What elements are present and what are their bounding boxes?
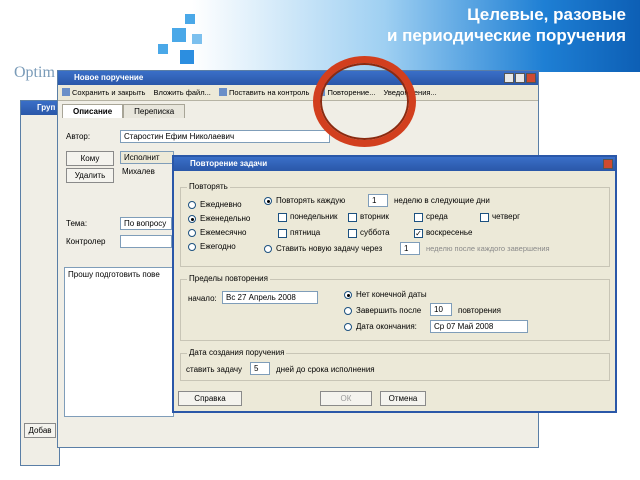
highlight-circle — [313, 56, 416, 147]
save-icon — [62, 88, 70, 96]
controller-field[interactable] — [120, 235, 172, 248]
decor-square — [192, 34, 202, 44]
end-date-label: Дата окончания: — [356, 322, 417, 331]
repeat-every-label: Повторять каждую — [276, 196, 346, 205]
tab-correspondence[interactable]: Переписка — [123, 104, 186, 118]
sunday-label: воскресенье — [426, 228, 473, 237]
weekly-radio[interactable] — [188, 215, 196, 223]
repeat-every-suffix: неделю в следующие дни — [394, 196, 490, 205]
creation-group: Дата создания поручения — [180, 348, 610, 381]
attach-file-button[interactable]: Вложить файл... — [154, 85, 211, 101]
executor-value: Михалев — [122, 167, 155, 176]
thursday-checkbox[interactable] — [480, 213, 489, 222]
new-task-titlebar: Новое поручение — [58, 71, 538, 85]
close-button[interactable] — [526, 73, 536, 83]
end-after-radio[interactable] — [344, 307, 352, 315]
groups-window: Груп — [20, 100, 60, 466]
dialog-title: Повторение задачи — [190, 159, 268, 168]
repeat-every-radio[interactable] — [264, 197, 272, 205]
end-date-picker[interactable]: Ср 07 Май 2008 — [430, 320, 528, 333]
save-close-button[interactable]: Сохранить и закрыть — [62, 85, 145, 101]
minimize-button[interactable] — [504, 73, 514, 83]
yearly-label: Ежегодно — [200, 242, 236, 251]
decor-square — [172, 28, 186, 42]
daily-radio[interactable] — [188, 201, 196, 209]
new-task-radio[interactable] — [264, 245, 272, 253]
ok-button[interactable]: ОК — [320, 391, 372, 406]
author-label: Автор: — [66, 132, 91, 141]
tuesday-checkbox[interactable] — [348, 213, 357, 222]
dialog-close-button[interactable] — [603, 159, 613, 169]
no-end-label: Нет конечной даты — [356, 290, 427, 299]
create-input[interactable]: 5 — [250, 362, 270, 375]
maximize-button[interactable] — [515, 73, 525, 83]
window-title: Новое поручение — [74, 73, 144, 82]
no-end-radio[interactable] — [344, 291, 352, 299]
wednesday-checkbox[interactable] — [414, 213, 423, 222]
wednesday-label: среда — [426, 212, 448, 221]
daily-label: Ежедневно — [200, 200, 242, 209]
new-task-input[interactable]: 1 — [400, 242, 420, 255]
saturday-label: суббота — [360, 228, 390, 237]
dialog-titlebar: Повторение задачи — [174, 157, 615, 171]
start-date-picker[interactable]: Вс 27 Апрель 2008 — [222, 291, 318, 304]
create-suffix: дней до срока исполнения — [276, 365, 375, 374]
decor-square — [180, 50, 194, 64]
saturday-checkbox[interactable] — [348, 229, 357, 238]
decor-square — [158, 44, 168, 54]
weekly-label: Еженедельно — [200, 214, 251, 223]
groups-window-titlebar: Груп — [21, 101, 59, 115]
brand-text: Optim — [14, 64, 55, 81]
sunday-checkbox[interactable]: ✓ — [414, 229, 423, 238]
decor-square — [185, 14, 195, 24]
range-group-title: Пределы повторения — [187, 274, 270, 283]
thursday-label: четверг — [492, 212, 520, 221]
executor-header: Исполнит — [120, 151, 174, 164]
cancel-button[interactable]: Отмена — [380, 391, 426, 406]
author-field[interactable]: Старостин Ефим Николаевич — [120, 130, 330, 143]
end-date-radio[interactable] — [344, 323, 352, 331]
creation-group-title: Дата создания поручения — [187, 348, 287, 357]
to-button[interactable]: Кому — [66, 151, 114, 166]
delete-button[interactable]: Удалить — [66, 168, 114, 183]
tab-strip: Описание Переписка — [62, 104, 186, 118]
help-button[interactable]: Справка — [178, 391, 242, 406]
monthly-label: Ежемесячно — [200, 228, 247, 237]
set-control-button[interactable]: Поставить на контроль — [218, 85, 309, 101]
new-task-label: Ставить новую задачу через — [276, 244, 383, 253]
control-icon — [218, 88, 227, 96]
end-after-label: Завершить после — [356, 306, 422, 315]
end-after-suffix: повторения — [458, 306, 501, 315]
monthly-radio[interactable] — [188, 229, 196, 237]
task-body-text[interactable]: Прошу подготовить пове — [64, 267, 174, 417]
slide-title: Целевые, разовые и периодические поручен… — [386, 5, 626, 45]
subject-label: Тема: — [66, 219, 88, 228]
toolbar: Сохранить и закрыть Вложить файл... Пост… — [58, 85, 538, 101]
end-after-input[interactable]: 10 — [430, 303, 452, 316]
controller-label: Контролер — [66, 237, 106, 246]
subject-field[interactable]: По вопросу — [120, 217, 172, 230]
add-button[interactable]: Добав — [24, 423, 56, 438]
repeat-group-title: Повторять — [187, 182, 230, 191]
friday-checkbox[interactable] — [278, 229, 287, 238]
new-task-suffix: неделю после каждого завершения — [426, 244, 550, 253]
yearly-radio[interactable] — [188, 243, 196, 251]
monday-checkbox[interactable] — [278, 213, 287, 222]
create-label: ставить задачу — [186, 365, 243, 374]
repeat-task-dialog: Повторение задачи Повторять Ежедневно Еж… — [172, 155, 617, 413]
monday-label: понедельник — [290, 212, 338, 221]
tab-description[interactable]: Описание — [62, 104, 124, 118]
start-label: начало: — [188, 294, 217, 303]
tuesday-label: вторник — [360, 212, 389, 221]
friday-label: пятница — [290, 228, 321, 237]
repeat-every-input[interactable]: 1 — [368, 194, 388, 207]
